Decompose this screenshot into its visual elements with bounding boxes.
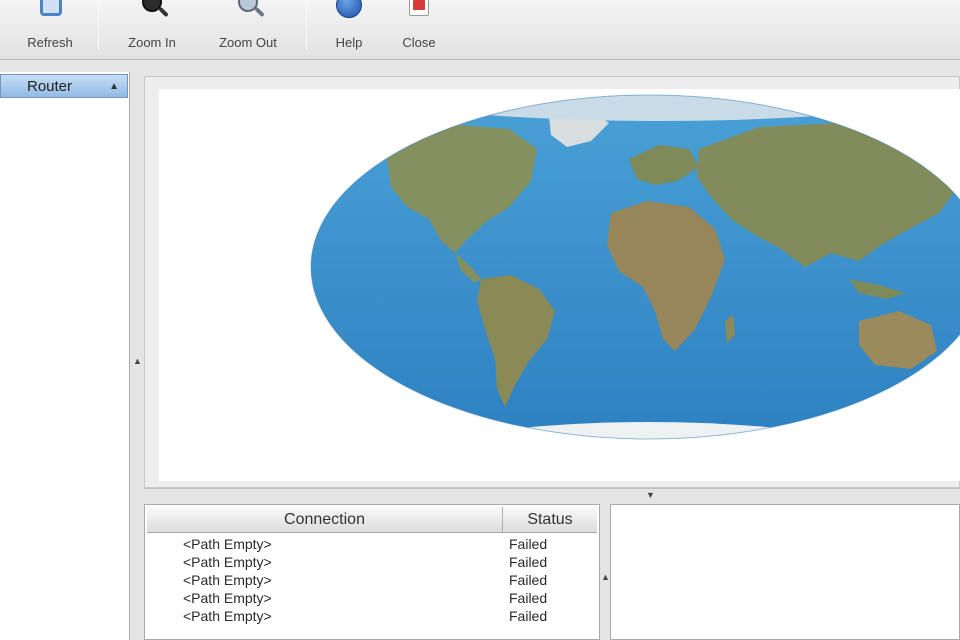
zoom-in-label: Zoom In — [128, 35, 176, 50]
sort-ascending-icon: ▲ — [109, 81, 119, 92]
table-header: Connection Status — [147, 507, 597, 533]
world-map[interactable] — [159, 89, 960, 481]
zoom-out-icon — [232, 0, 265, 26]
connection-column-header[interactable]: Connection — [147, 507, 503, 533]
vertical-splitter[interactable]: ▲ — [130, 72, 144, 640]
refresh-button[interactable]: Refresh — [20, 0, 80, 56]
table-row[interactable]: <Path Empty> Failed — [147, 589, 597, 607]
splitter-grip-icon: ▲ — [133, 356, 142, 366]
table-row[interactable]: <Path Empty> Failed — [147, 571, 597, 589]
table-row[interactable]: <Path Empty> Failed — [147, 553, 597, 571]
connection-cell: <Path Empty> — [183, 572, 272, 588]
vertical-splitter-bottom[interactable]: ▲ — [600, 504, 610, 640]
router-column-label: Router — [27, 78, 73, 95]
status-cell: Failed — [509, 554, 548, 570]
connection-cell: <Path Empty> — [183, 554, 272, 570]
map-panel — [144, 76, 960, 488]
status-column-header[interactable]: Status — [503, 507, 597, 533]
close-icon — [403, 0, 435, 26]
help-icon — [333, 0, 365, 26]
router-column-header[interactable]: Router ▲ — [0, 74, 128, 98]
detail-panel — [610, 504, 960, 640]
toolbar-separator — [98, 2, 99, 50]
table-body: <Path Empty> Failed <Path Empty> Failed … — [147, 535, 597, 625]
help-label: Help — [335, 35, 363, 50]
zoom-out-label: Zoom Out — [219, 35, 277, 50]
refresh-label: Refresh — [27, 35, 73, 50]
router-list-panel[interactable]: Router ▲ — [0, 72, 130, 640]
toolbar-separator — [306, 2, 307, 50]
connection-table: Connection Status <Path Empty> Failed <P… — [144, 504, 600, 640]
close-button[interactable]: Close — [394, 0, 444, 56]
help-button[interactable]: Help — [326, 0, 372, 56]
horizontal-splitter[interactable]: ▼ — [144, 488, 960, 504]
splitter-grip-icon: ▲ — [601, 572, 610, 582]
zoom-in-icon — [136, 0, 169, 26]
status-cell: Failed — [509, 536, 548, 552]
status-cell: Failed — [509, 590, 548, 606]
close-label: Close — [402, 35, 436, 50]
zoom-out-button[interactable]: Zoom Out — [206, 0, 290, 56]
arctic-ice — [459, 95, 859, 121]
table-row[interactable]: <Path Empty> Failed — [147, 535, 597, 553]
connection-cell: <Path Empty> — [183, 536, 272, 552]
toolbar: Refresh Zoom In Zoom Out Help Close — [0, 0, 960, 60]
connection-cell: <Path Empty> — [183, 590, 272, 606]
connection-cell: <Path Empty> — [183, 608, 272, 624]
table-row[interactable]: <Path Empty> Failed — [147, 607, 597, 625]
splitter-grip-icon: ▼ — [646, 490, 655, 500]
zoom-in-button[interactable]: Zoom In — [118, 0, 186, 56]
refresh-icon — [34, 0, 66, 26]
world-map-image — [310, 94, 960, 440]
status-cell: Failed — [509, 572, 548, 588]
status-cell: Failed — [509, 608, 548, 624]
